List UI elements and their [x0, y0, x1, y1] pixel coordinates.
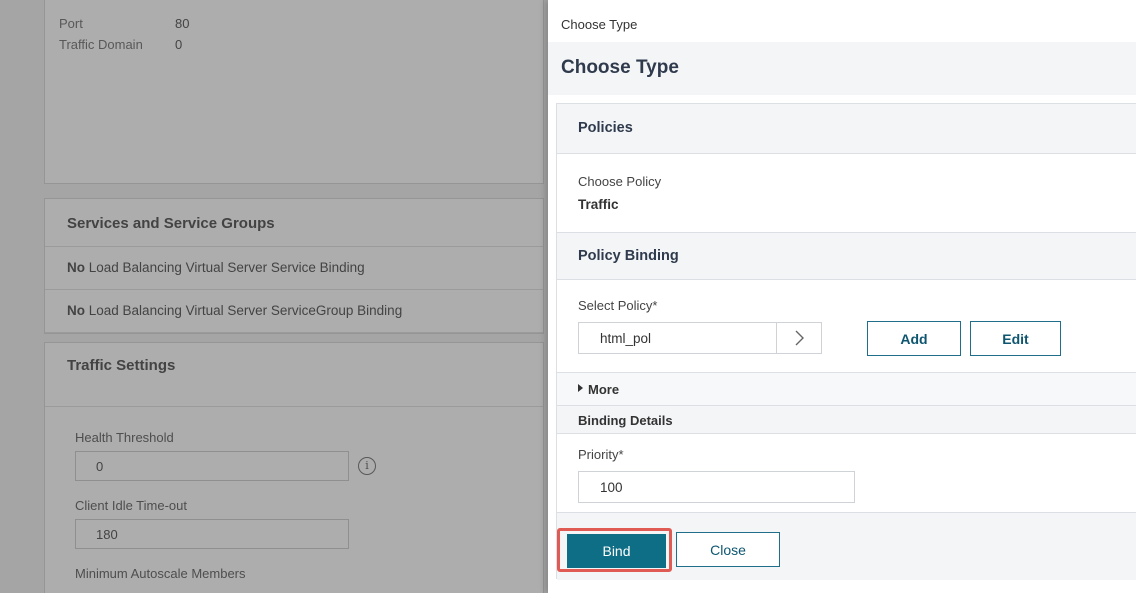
priority-label: Priority*	[578, 447, 624, 462]
breadcrumb[interactable]: Choose Type	[561, 17, 637, 32]
chevron-right-icon	[795, 330, 804, 346]
select-policy-label: Select Policy*	[578, 298, 658, 313]
more-toggle[interactable]: More	[557, 372, 1136, 406]
policy-picker-button[interactable]	[776, 323, 821, 353]
edit-policy-button[interactable]: Edit	[970, 321, 1061, 356]
choose-policy-value: Traffic	[578, 197, 619, 212]
select-policy-input[interactable]: html_pol	[578, 322, 822, 354]
dialog-header: Choose Type	[548, 42, 1136, 95]
policies-section-header: Policies	[557, 104, 1136, 154]
dialog-body: Policies Choose Policy Traffic Policy Bi…	[556, 103, 1136, 580]
page-title: Choose Type	[561, 57, 679, 78]
policy-binding-title: Policy Binding	[578, 248, 679, 264]
policy-binding-section-header: Policy Binding	[557, 232, 1136, 280]
choose-policy-label: Choose Policy	[578, 174, 662, 189]
close-button[interactable]: Close	[676, 532, 780, 567]
modal-backdrop	[0, 0, 548, 593]
caret-right-icon	[578, 384, 583, 392]
add-policy-button[interactable]: Add	[867, 321, 961, 356]
priority-input[interactable]: 100	[578, 471, 855, 503]
bind-button[interactable]: Bind	[567, 534, 666, 568]
priority-value: 100	[600, 480, 623, 495]
binding-details-title: Binding Details	[578, 413, 673, 428]
more-label: More	[588, 382, 620, 397]
select-policy-value: html_pol	[600, 331, 652, 346]
choose-type-dialog: Choose Type Choose Type Policies Choose …	[548, 0, 1136, 593]
binding-details-header: Binding Details	[557, 406, 1136, 434]
policies-title: Policies	[578, 120, 633, 136]
dialog-footer: Bind Close	[557, 512, 1136, 580]
